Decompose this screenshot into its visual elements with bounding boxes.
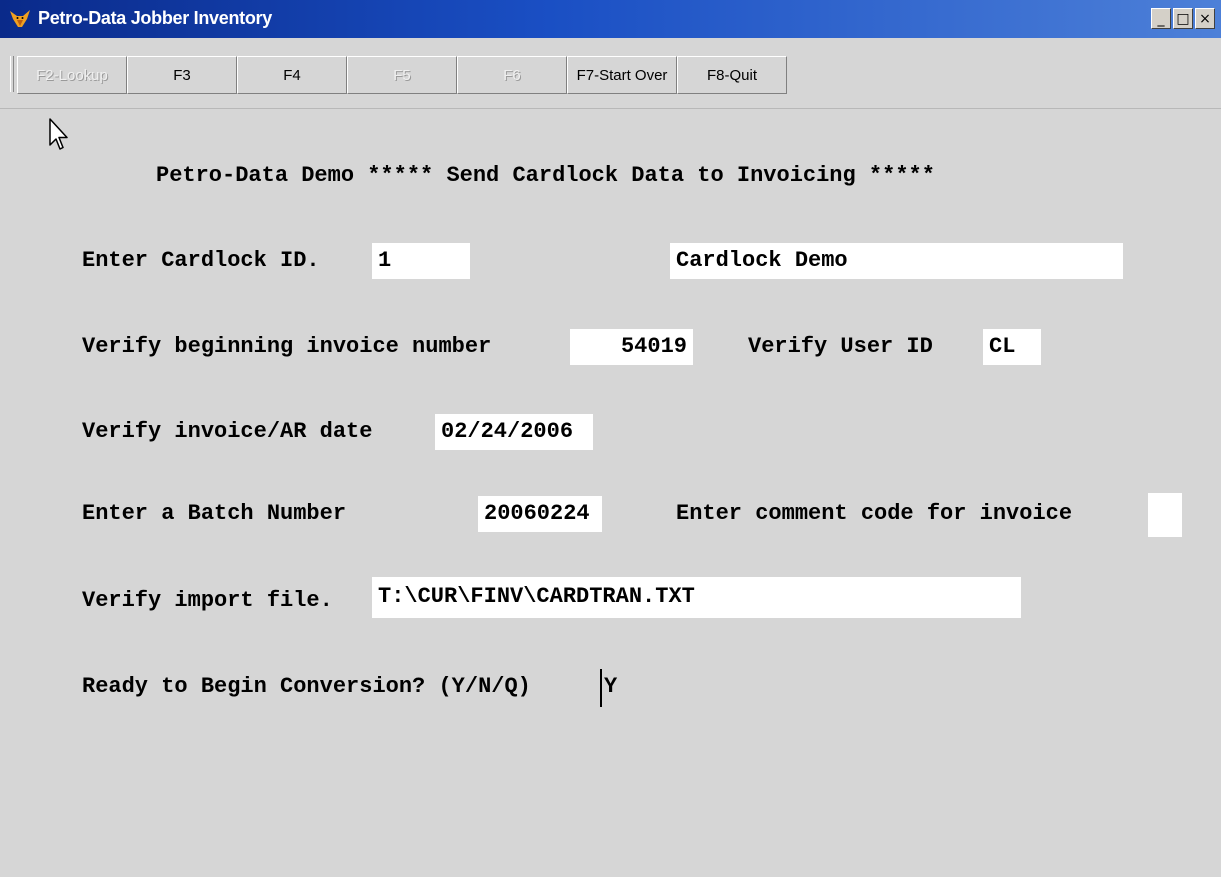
batch-number-label: Enter a Batch Number [82,501,347,526]
cardlock-id-label: Enter Cardlock ID. [82,248,320,273]
toolbar-grip[interactable] [10,56,14,92]
comment-code-label: Enter comment code for invoice [676,501,1073,526]
ready-prompt-label: Ready to Begin Conversion? (Y/N/Q) [82,674,531,699]
f8-quit-button[interactable]: F8-Quit [677,56,787,94]
import-file-field[interactable]: T:\CUR\FINV\CARDTRAN.TXT [372,577,1021,618]
close-button[interactable]: × [1195,8,1215,29]
ar-date-label: Verify invoice/AR date [82,419,373,444]
f6-button[interactable]: F6 [457,56,567,94]
invoice-number-field[interactable]: 54019 [570,329,693,365]
import-file-label: Verify import file. [82,588,333,613]
batch-number-field[interactable]: 20060224 [478,496,602,532]
cardlock-id-field[interactable]: 1 [372,243,470,279]
f3-button[interactable]: F3 [127,56,237,94]
text-caret [600,669,602,707]
ready-answer-field[interactable]: Y [604,674,617,699]
invoice-number-label: Verify beginning invoice number [82,334,492,359]
f4-button[interactable]: F4 [237,56,347,94]
user-id-label: Verify User ID [748,334,933,359]
minimize-button[interactable]: _ [1151,8,1171,29]
f5-button[interactable]: F5 [347,56,457,94]
function-key-toolbar: F2-Lookup F3 F4 F5 F6 F7-Start Over F8-Q… [0,38,1221,109]
f2-lookup-button[interactable]: F2-Lookup [17,56,127,94]
user-id-field[interactable]: CL [983,329,1041,365]
title-bar[interactable]: Petro-Data Jobber Inventory _ □ × [0,0,1221,38]
fox-app-icon [10,10,30,27]
toolbar-buttons: F2-Lookup F3 F4 F5 F6 F7-Start Over F8-Q… [17,56,787,94]
ar-date-field[interactable]: 02/24/2006 [435,414,593,450]
app-window: Petro-Data Jobber Inventory _ □ × F2-Loo… [0,0,1221,877]
cardlock-name-field: Cardlock Demo [670,243,1123,279]
maximize-button[interactable]: □ [1173,8,1193,29]
mouse-pointer-icon [49,118,68,150]
comment-code-field[interactable] [1148,493,1182,537]
window-controls: _ □ × [1151,8,1215,29]
window-title: Petro-Data Jobber Inventory [38,8,272,28]
f7-start-over-button[interactable]: F7-Start Over [567,56,677,94]
form-heading: Petro-Data Demo ***** Send Cardlock Data… [156,163,935,188]
